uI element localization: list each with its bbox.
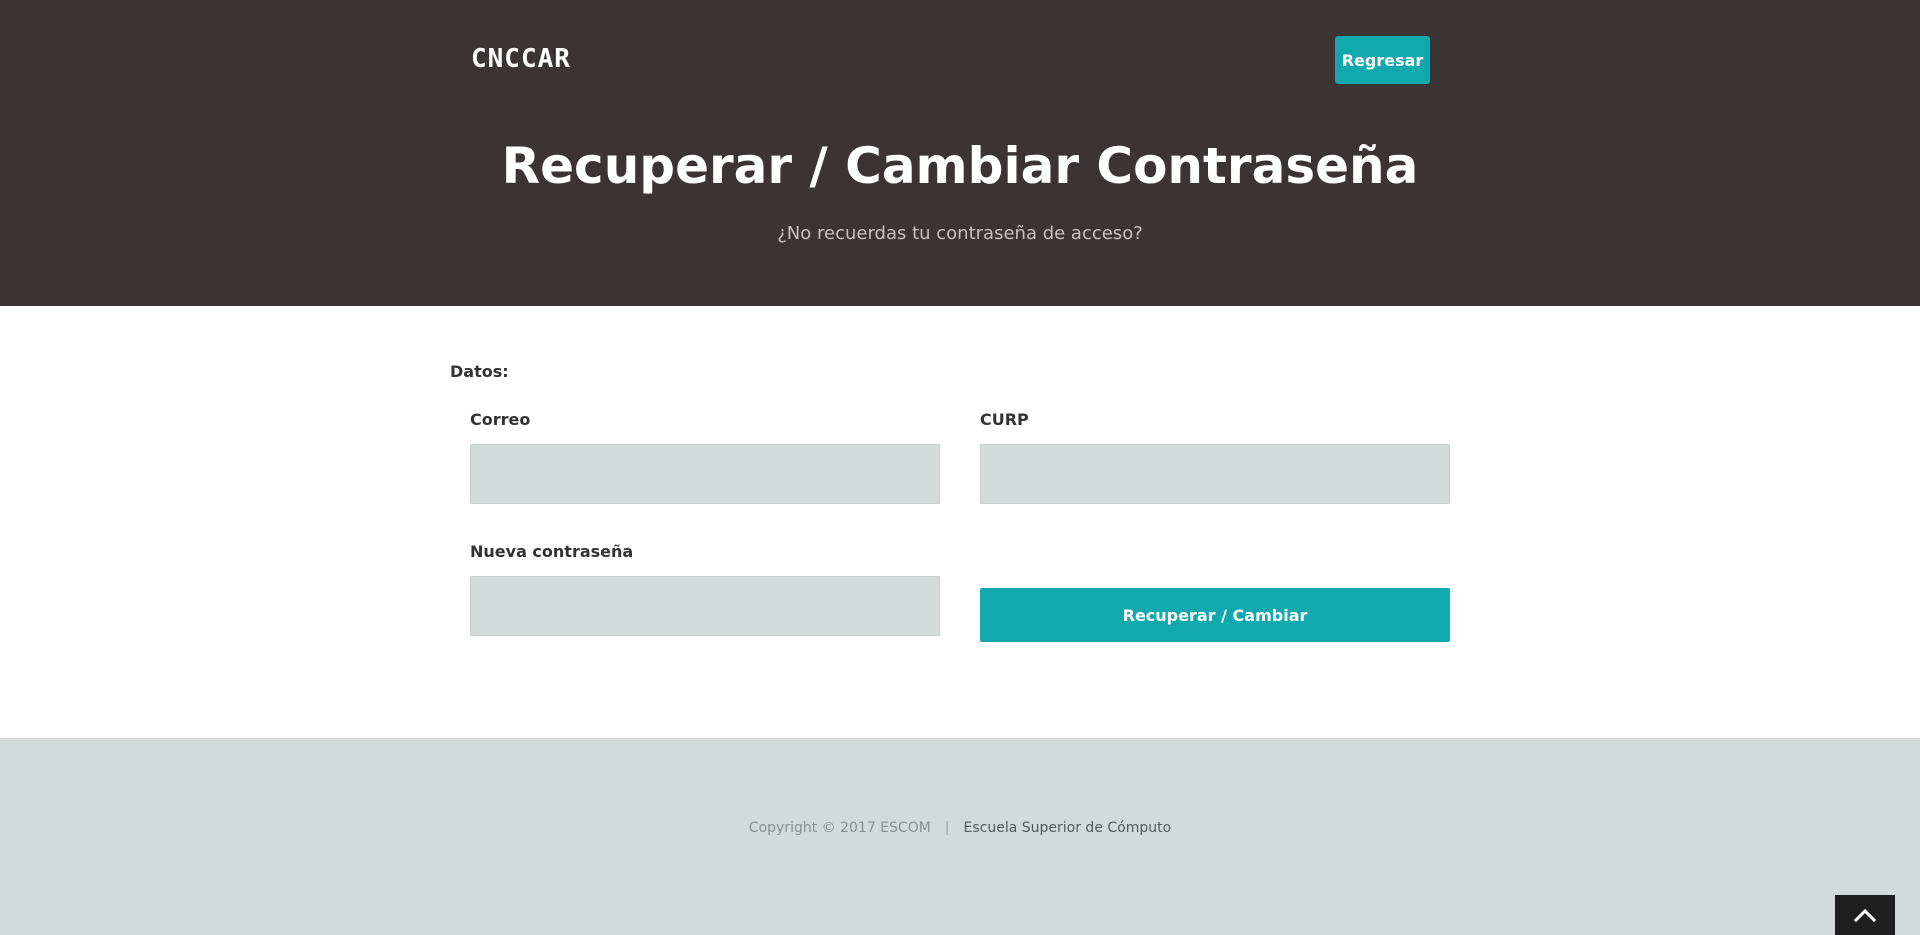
section-label: Datos: [450, 362, 509, 381]
scroll-top-button[interactable] [1835, 895, 1895, 935]
page-footer: Copyright © 2017 ESCOM | Escuela Superior … [0, 738, 1920, 935]
escom-link[interactable]: Escuela Superior de Cómputo [964, 820, 1172, 836]
new-password-label: Nueva contraseña [470, 542, 634, 561]
email-label: Correo [470, 410, 531, 429]
back-button[interactable]: Regresar [1335, 36, 1430, 84]
footer-separator: | [944, 820, 950, 836]
chevron-up-icon [1854, 908, 1876, 922]
footer-text: Copyright © 2017 ESCOM | Escuela Superior … [0, 820, 1920, 836]
new-password-field[interactable] [470, 576, 940, 636]
page-subtitle: ¿No recuerdas tu contraseña de acceso? [777, 223, 1143, 244]
email-field[interactable] [470, 444, 940, 504]
submit-button[interactable]: Recuperar / Cambiar [980, 588, 1450, 642]
curp-label: CURP [980, 410, 1029, 429]
site-logo[interactable]: CNCCAR [471, 44, 571, 74]
copyright-text: Copyright © 2017 ESCOM [748, 820, 931, 836]
page-header: CNCCAR Regresar Recuperar / Cambiar Cont… [0, 0, 1920, 306]
curp-field[interactable] [980, 444, 1450, 504]
page-title: Recuperar / Cambiar Contraseña [501, 137, 1419, 195]
